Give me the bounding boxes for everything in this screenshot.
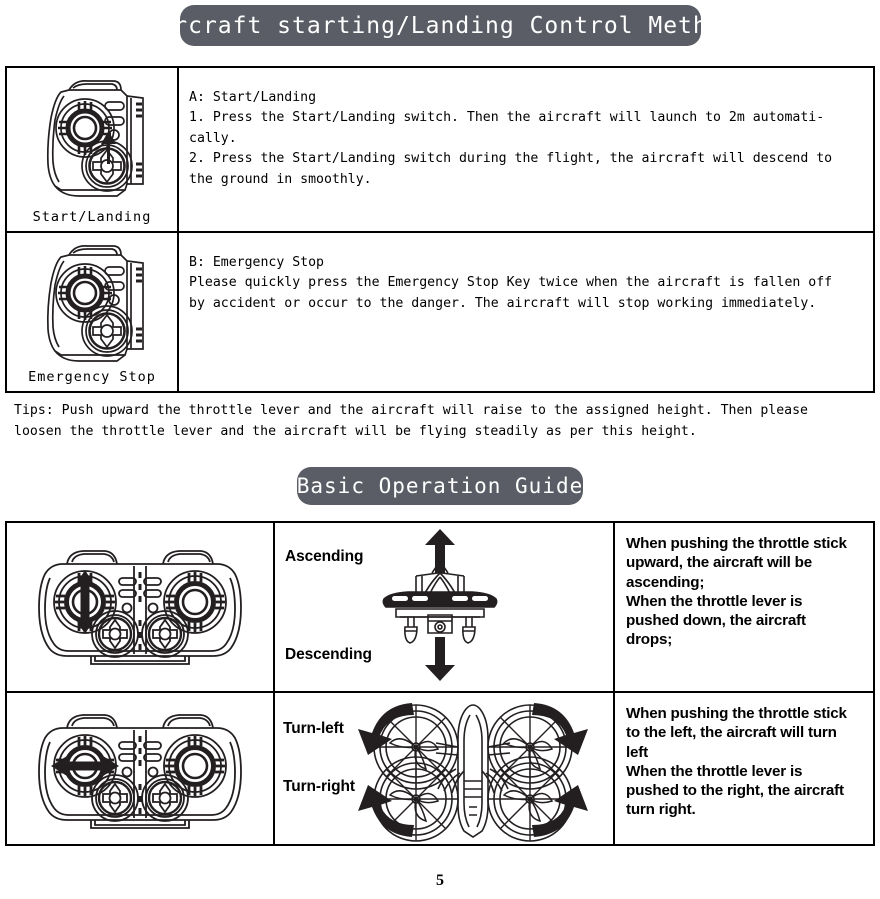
- basic-operation-banner: Basic Operation Guide: [297, 467, 583, 505]
- basic-operation-table: Ascending Descending When pushing the th…: [5, 521, 875, 846]
- page-number: 5: [436, 872, 444, 889]
- start-landing-description: A: Start/Landing 1. Press the Start/Land…: [189, 90, 833, 187]
- emergency-stop-description: B: Emergency Stop Please quickly press t…: [189, 255, 833, 311]
- table-row: Ascending Descending When pushing the th…: [7, 523, 873, 693]
- start-landing-caption: Start/Landing: [32, 209, 152, 225]
- ascend-remote-cell: [7, 523, 275, 691]
- turn-diagram-cell: Turn-left Turn-right: [275, 693, 615, 844]
- start-landing-text-cell: A: Start/Landing 1. Press the Start/Land…: [179, 68, 873, 231]
- emergency-stop-illustration-cell: Emergency Stop: [7, 233, 179, 391]
- start-landing-table: Start/Landing A: Start/Landing 1. Press …: [5, 66, 875, 393]
- ascend-description-cell: When pushing the throttle stick upward, …: [615, 523, 873, 691]
- page-title-banner: Aircraft starting/Landing Control Method: [144, 5, 736, 46]
- ascend-diagram-cell: Ascending Descending: [275, 523, 615, 691]
- remote-half-plain-icon: [17, 237, 167, 365]
- turn-left-label: Turn-left: [283, 720, 344, 737]
- table-row: Turn-left Turn-right When pushing the th…: [7, 693, 873, 844]
- table-row: Start/Landing A: Start/Landing 1. Press …: [7, 68, 873, 233]
- descending-label: Descending: [285, 646, 372, 663]
- turn-description-cell: When pushing the throttle stick to the l…: [615, 693, 873, 844]
- turn-description: When pushing the throttle stick to the l…: [626, 705, 847, 819]
- remote-half-with-up-arrow-icon: [17, 72, 167, 200]
- start-landing-illustration-cell: Start/Landing: [7, 68, 179, 231]
- remote-full-horizontal-arrow-icon: [31, 706, 249, 832]
- drone-top-view-icon: [338, 695, 608, 845]
- drone-side-view-icon: [380, 529, 610, 687]
- turn-remote-cell: [7, 693, 275, 844]
- remote-full-vertical-arrow-icon: [31, 542, 249, 672]
- ascending-label: Ascending: [285, 548, 364, 565]
- table-row: Emergency Stop B: Emergency Stop Please …: [7, 233, 873, 391]
- emergency-stop-text-cell: B: Emergency Stop Please quickly press t…: [179, 233, 873, 391]
- tips-paragraph: Tips: Push upward the throttle lever and…: [14, 403, 808, 439]
- ascend-description: When pushing the throttle stick upward, …: [626, 535, 847, 649]
- emergency-stop-caption: Emergency Stop: [28, 369, 156, 385]
